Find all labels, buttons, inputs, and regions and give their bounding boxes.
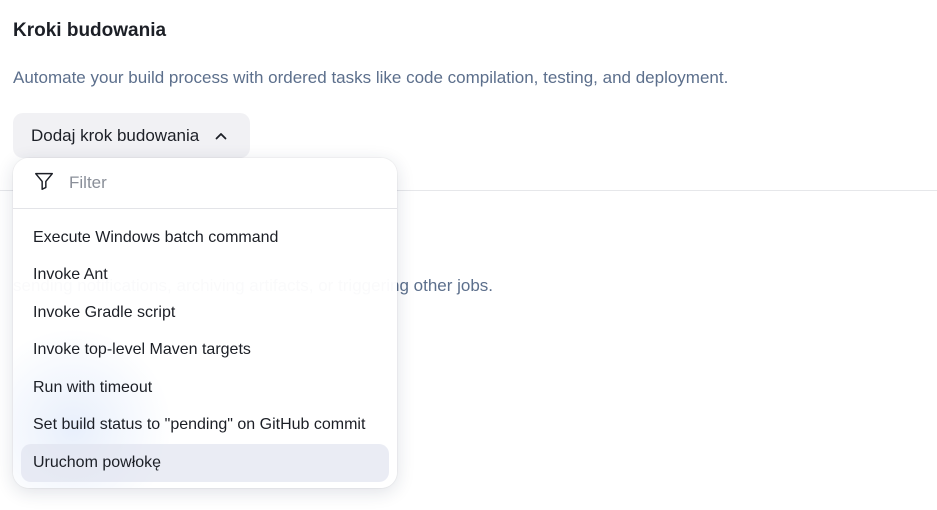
menu-item-set-build-status[interactable]: Set build status to "pending" on GitHub … bbox=[21, 407, 389, 445]
menu-list: Execute Windows batch command Invoke Ant… bbox=[13, 209, 397, 482]
menu-item-run-with-timeout[interactable]: Run with timeout bbox=[21, 369, 389, 407]
filter-icon bbox=[33, 170, 55, 197]
menu-item-invoke-gradle[interactable]: Invoke Gradle script bbox=[21, 294, 389, 332]
menu-item-execute-windows-batch[interactable]: Execute Windows batch command bbox=[21, 219, 389, 257]
build-steps-description: Automate your build process with ordered… bbox=[13, 68, 729, 87]
add-build-step-label: Dodaj krok budowania bbox=[31, 125, 200, 145]
add-build-step-button[interactable]: Dodaj krok budowania bbox=[13, 113, 250, 158]
page: Kroki budowania Automate your build proc… bbox=[0, 0, 937, 510]
filter-input[interactable] bbox=[67, 172, 351, 194]
filter-row bbox=[13, 158, 397, 209]
build-steps-title: Kroki budowania bbox=[13, 20, 167, 41]
menu-item-invoke-maven[interactable]: Invoke top-level Maven targets bbox=[21, 332, 389, 370]
build-step-dropdown: Execute Windows batch command Invoke Ant… bbox=[13, 158, 397, 488]
menu-item-run-shell[interactable]: Uruchom powłokę bbox=[21, 444, 389, 482]
menu-item-invoke-ant[interactable]: Invoke Ant bbox=[21, 257, 389, 295]
chevron-up-icon bbox=[213, 128, 229, 144]
